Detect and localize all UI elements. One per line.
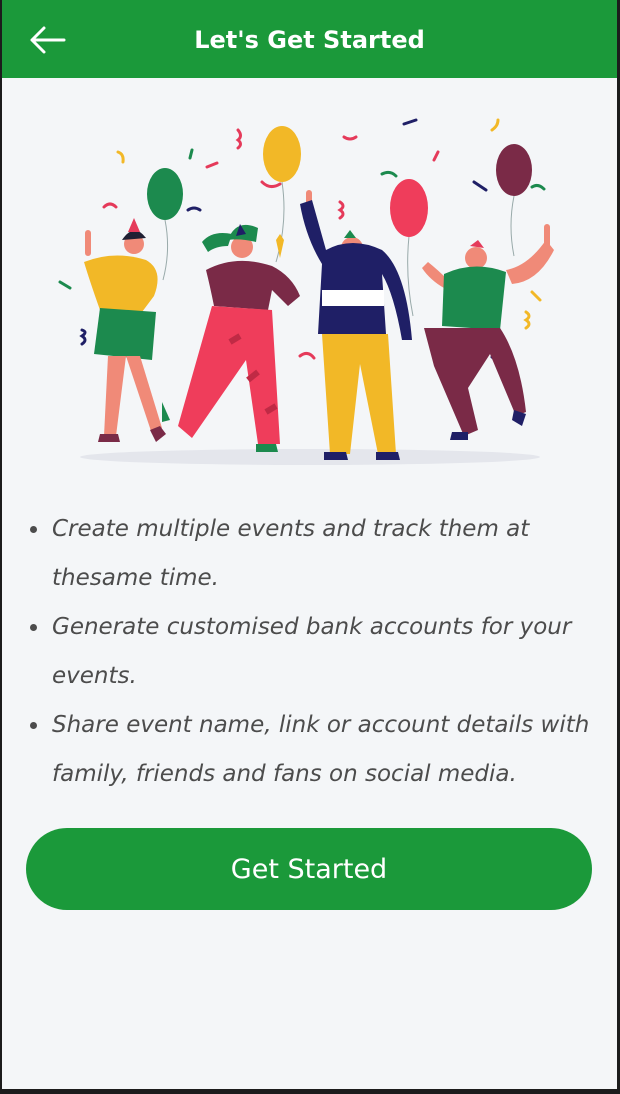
feature-item: Generate customised bank accounts for yo… [20, 603, 605, 701]
bullet-dot [30, 722, 37, 729]
screen: Let's Get Started Create multiple events… [2, 0, 617, 1089]
feature-list: Create multiple events and track them at… [20, 505, 605, 799]
feature-item: Create multiple events and track them at… [20, 505, 605, 603]
get-started-button[interactable]: Get Started [26, 828, 592, 910]
feature-text: Create multiple events and track them at… [52, 516, 530, 591]
bullet-dot [30, 624, 37, 631]
app-bar: Let's Get Started [2, 0, 617, 78]
party-celebration-illustration [58, 118, 554, 465]
feature-text: Generate customised bank accounts for yo… [52, 614, 572, 689]
page-title: Let's Get Started [194, 26, 425, 54]
feature-item: Share event name, link or account detail… [20, 701, 605, 799]
bullet-dot [30, 526, 37, 533]
feature-text: Share event name, link or account detail… [52, 712, 590, 787]
